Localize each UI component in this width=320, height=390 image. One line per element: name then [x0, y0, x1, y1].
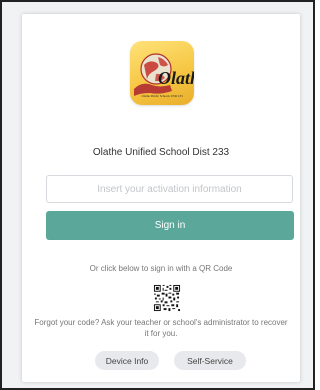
device-info-button[interactable]: Device Info: [95, 351, 159, 370]
self-service-button[interactable]: Self-Service: [174, 351, 246, 370]
logo-graphic: Olathe Olathe Public Schools USD 233: [134, 53, 194, 98]
app-frame: Olathe Olathe Public Schools USD 233 Ola…: [0, 0, 315, 390]
forgot-code-text: Forgot your code? Ask your teacher or sc…: [34, 318, 288, 338]
qr-code-icon[interactable]: [153, 284, 181, 312]
qr-hint-text: Or click below to sign in with a QR Code: [89, 264, 233, 273]
olathe-district-logo-icon: Olathe Olathe Public Schools USD 233: [130, 41, 194, 105]
logo-wordmark: Olathe: [158, 68, 194, 88]
sign-in-button[interactable]: Sign in: [46, 211, 294, 240]
login-card: Olathe Olathe Public Schools USD 233 Ola…: [22, 14, 300, 382]
logo-subtitle: Olathe Public Schools USD 233: [141, 94, 182, 98]
organization-name: Olathe Unified School Dist 233: [92, 147, 230, 158]
activation-input[interactable]: [46, 175, 293, 203]
